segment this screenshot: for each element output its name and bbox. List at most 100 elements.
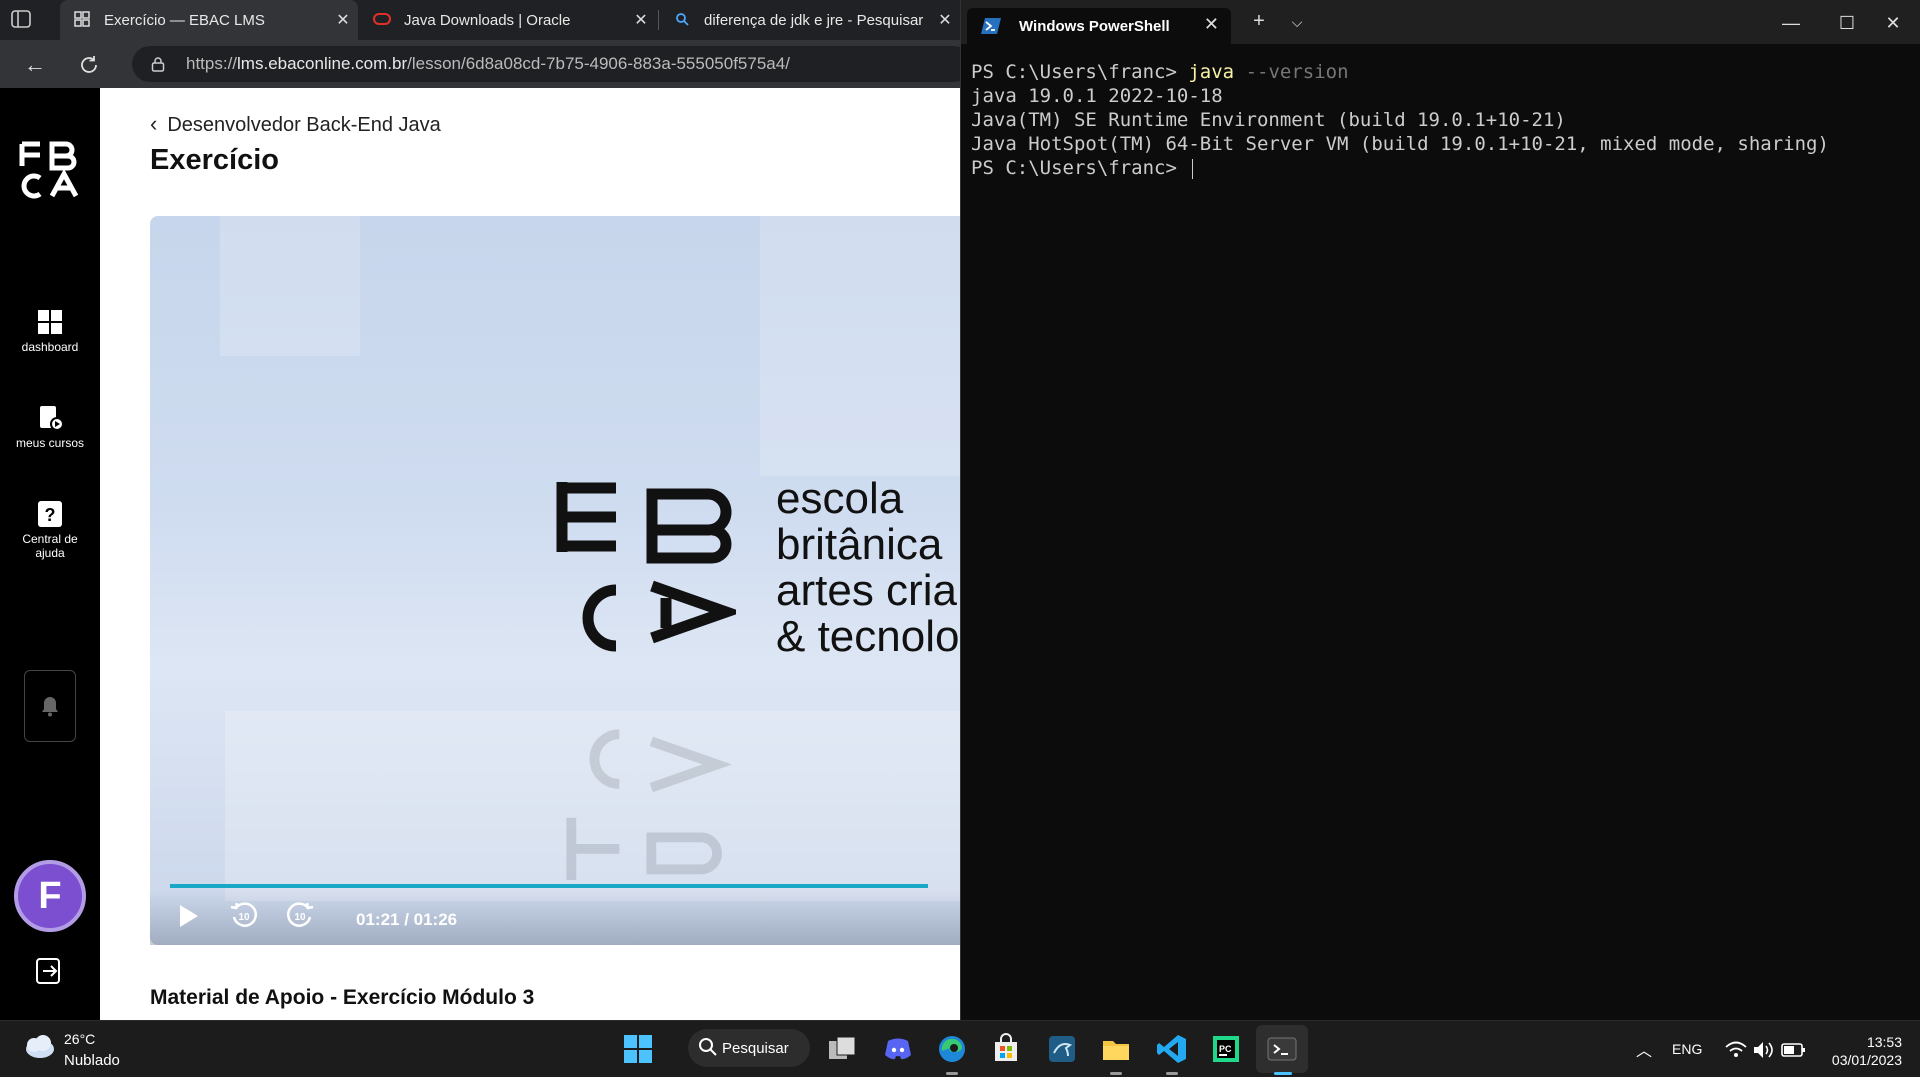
url-host: lms.ebaconline.com.br xyxy=(237,54,408,73)
mysql-workbench-icon[interactable] xyxy=(1046,1033,1078,1065)
breadcrumb-label: Desenvolvedor Back-End Java xyxy=(167,114,441,136)
sidebar-item-label: dashboard xyxy=(21,340,79,354)
address-bar[interactable]: https://lms.ebaconline.com.br/lesson/6d8… xyxy=(132,46,972,82)
terminal-tab[interactable]: Windows PowerShell ✕ xyxy=(967,8,1231,44)
breadcrumb[interactable]: ‹ Desenvolvedor Back-End Java xyxy=(150,111,441,137)
school-name: escola britânica artes cria & tecnolo xyxy=(776,476,959,660)
running-indicator xyxy=(1166,1072,1178,1075)
play-icon[interactable] xyxy=(172,900,204,932)
tab-close-icon[interactable]: ✕ xyxy=(626,10,656,30)
chevron-up-icon[interactable]: ︿ xyxy=(1636,1037,1652,1061)
vscode-icon[interactable] xyxy=(1156,1033,1188,1065)
tab-close-icon[interactable]: ✕ xyxy=(328,10,358,30)
school-name-line: artes cria xyxy=(776,566,957,615)
lms-sidebar: dashboard meus cursos ? Central de ajuda… xyxy=(0,88,100,1020)
powershell-window: Windows PowerShell ✕ + ⌵ — ☐ ✕ PS C:\Use… xyxy=(960,0,1920,1020)
svg-text:?: ? xyxy=(45,505,56,525)
sidebar-item-meus-cursos[interactable]: meus cursos xyxy=(0,404,100,450)
logout-icon[interactable] xyxy=(34,956,64,986)
svg-text:PC: PC xyxy=(1219,1044,1232,1054)
back-arrow-icon[interactable]: ← xyxy=(20,50,50,80)
terminal-icon[interactable] xyxy=(1266,1033,1298,1065)
tab-bing-search[interactable]: diferença de jdk e jre - Pesquisar ✕ xyxy=(660,0,960,40)
forward-10-icon[interactable]: 10 xyxy=(284,900,316,932)
video-background-shape xyxy=(220,216,360,356)
close-window-icon[interactable]: ✕ xyxy=(1865,6,1920,40)
terminal-output-line: Java HotSpot(TM) 64-Bit Server VM (build… xyxy=(971,133,1829,155)
tab-actions-icon[interactable] xyxy=(10,8,34,32)
video-background-shape xyxy=(760,216,960,476)
weather-condition[interactable]: Nublado xyxy=(64,1052,120,1069)
terminal-output-line: Java(TM) SE Runtime Environment (build 1… xyxy=(971,109,1566,131)
oracle-favicon-icon xyxy=(372,12,392,28)
tab-label: Java Downloads | Oracle xyxy=(404,11,571,29)
url-path: /lesson/6d8a08cd-7b75-4906-883a-555050f5… xyxy=(407,54,790,73)
discord-icon[interactable] xyxy=(882,1033,914,1065)
terminal-prompt: PS C:\Users\franc> xyxy=(971,157,1189,179)
avatar[interactable]: F xyxy=(14,860,86,932)
running-indicator xyxy=(1110,1072,1122,1075)
chevron-down-icon[interactable]: ⌵ xyxy=(1277,14,1317,31)
language-indicator[interactable]: ENG xyxy=(1672,1041,1702,1057)
battery-icon xyxy=(1781,1043,1805,1057)
powershell-icon xyxy=(981,18,1001,34)
video-controls: 10 10 01:21 / 01:26 xyxy=(150,890,960,945)
file-explorer-icon[interactable] xyxy=(1100,1033,1132,1065)
svg-text:10: 10 xyxy=(238,912,250,923)
weather-temperature[interactable]: 26°C xyxy=(64,1031,95,1047)
school-name-line: escola xyxy=(776,474,904,523)
new-tab-icon[interactable]: + xyxy=(1239,10,1279,33)
clock[interactable]: 13:53 03/01/2023 xyxy=(1826,1033,1902,1069)
clock-time: 13:53 xyxy=(1866,1034,1902,1050)
microsoft-store-icon[interactable] xyxy=(990,1033,1022,1065)
url-scheme: https:// xyxy=(186,54,238,73)
video-time: 01:21 / 01:26 xyxy=(356,910,458,929)
terminal-command-line: PS C:\Users\franc> java --version xyxy=(971,60,1829,84)
clock-date: 03/01/2023 xyxy=(1831,1052,1902,1068)
terminal-output[interactable]: PS C:\Users\franc> java --version java 19… xyxy=(971,60,1829,180)
ebac-logo[interactable] xyxy=(18,138,82,202)
tab-ebac-lms[interactable]: Exercício — EBAC LMS ✕ xyxy=(60,0,358,40)
browser-tab-bar: Exercício — EBAC LMS ✕ Java Downloads | … xyxy=(0,0,960,40)
task-view-icon[interactable] xyxy=(826,1033,858,1065)
tab-oracle[interactable]: Java Downloads | Oracle ✕ xyxy=(360,0,656,40)
notifications-button[interactable] xyxy=(24,670,76,742)
pycharm-icon[interactable]: PC xyxy=(1210,1033,1242,1065)
minimize-icon[interactable]: — xyxy=(1763,6,1819,40)
system-tray[interactable] xyxy=(1724,1039,1808,1061)
material-heading: Material de Apoio - Exercício Módulo 3 xyxy=(150,986,535,1009)
taskbar-search[interactable]: Pesquisar xyxy=(688,1029,810,1067)
terminal-command: java xyxy=(1188,61,1235,83)
text-cursor xyxy=(1192,158,1194,179)
close-tab-icon[interactable]: ✕ xyxy=(1204,14,1219,35)
running-indicator xyxy=(946,1072,958,1075)
bell-icon xyxy=(42,697,58,717)
help-icon: ? xyxy=(38,501,62,527)
tab-close-icon[interactable]: ✕ xyxy=(930,10,960,30)
sidebar-item-dashboard[interactable]: dashboard xyxy=(0,308,100,354)
rewind-10-icon[interactable]: 10 xyxy=(228,900,260,932)
terminal-prompt: PS C:\Users\franc> xyxy=(971,61,1189,83)
search-icon xyxy=(699,1038,717,1056)
cloud-icon[interactable] xyxy=(22,1033,56,1061)
courses-icon xyxy=(40,406,64,431)
terminal-param: --version xyxy=(1245,61,1349,83)
ebac-logo-reflection xyxy=(566,729,732,880)
tab-label: diferença de jdk e jre - Pesquisar xyxy=(704,11,924,29)
edge-icon[interactable] xyxy=(936,1033,968,1065)
tab-label: Exercício — EBAC LMS xyxy=(104,11,265,29)
windows-start-icon[interactable] xyxy=(622,1033,654,1065)
svg-text:10: 10 xyxy=(294,912,306,923)
refresh-icon[interactable] xyxy=(74,50,104,80)
sidebar-item-label: Central de ajuda xyxy=(22,532,78,560)
sidebar-item-label: meus cursos xyxy=(15,436,85,450)
sidebar-item-central-de-ajuda[interactable]: ? Central de ajuda xyxy=(0,500,100,560)
search-label: Pesquisar xyxy=(722,1040,789,1057)
tab-divider xyxy=(658,10,659,30)
wifi-icon xyxy=(1725,1041,1747,1057)
ebac-favicon-icon xyxy=(72,10,92,30)
ebac-video-logo xyxy=(556,482,736,652)
lock-icon xyxy=(148,46,168,85)
video-progress-bar[interactable] xyxy=(170,884,928,888)
running-indicator-active xyxy=(1274,1072,1292,1075)
